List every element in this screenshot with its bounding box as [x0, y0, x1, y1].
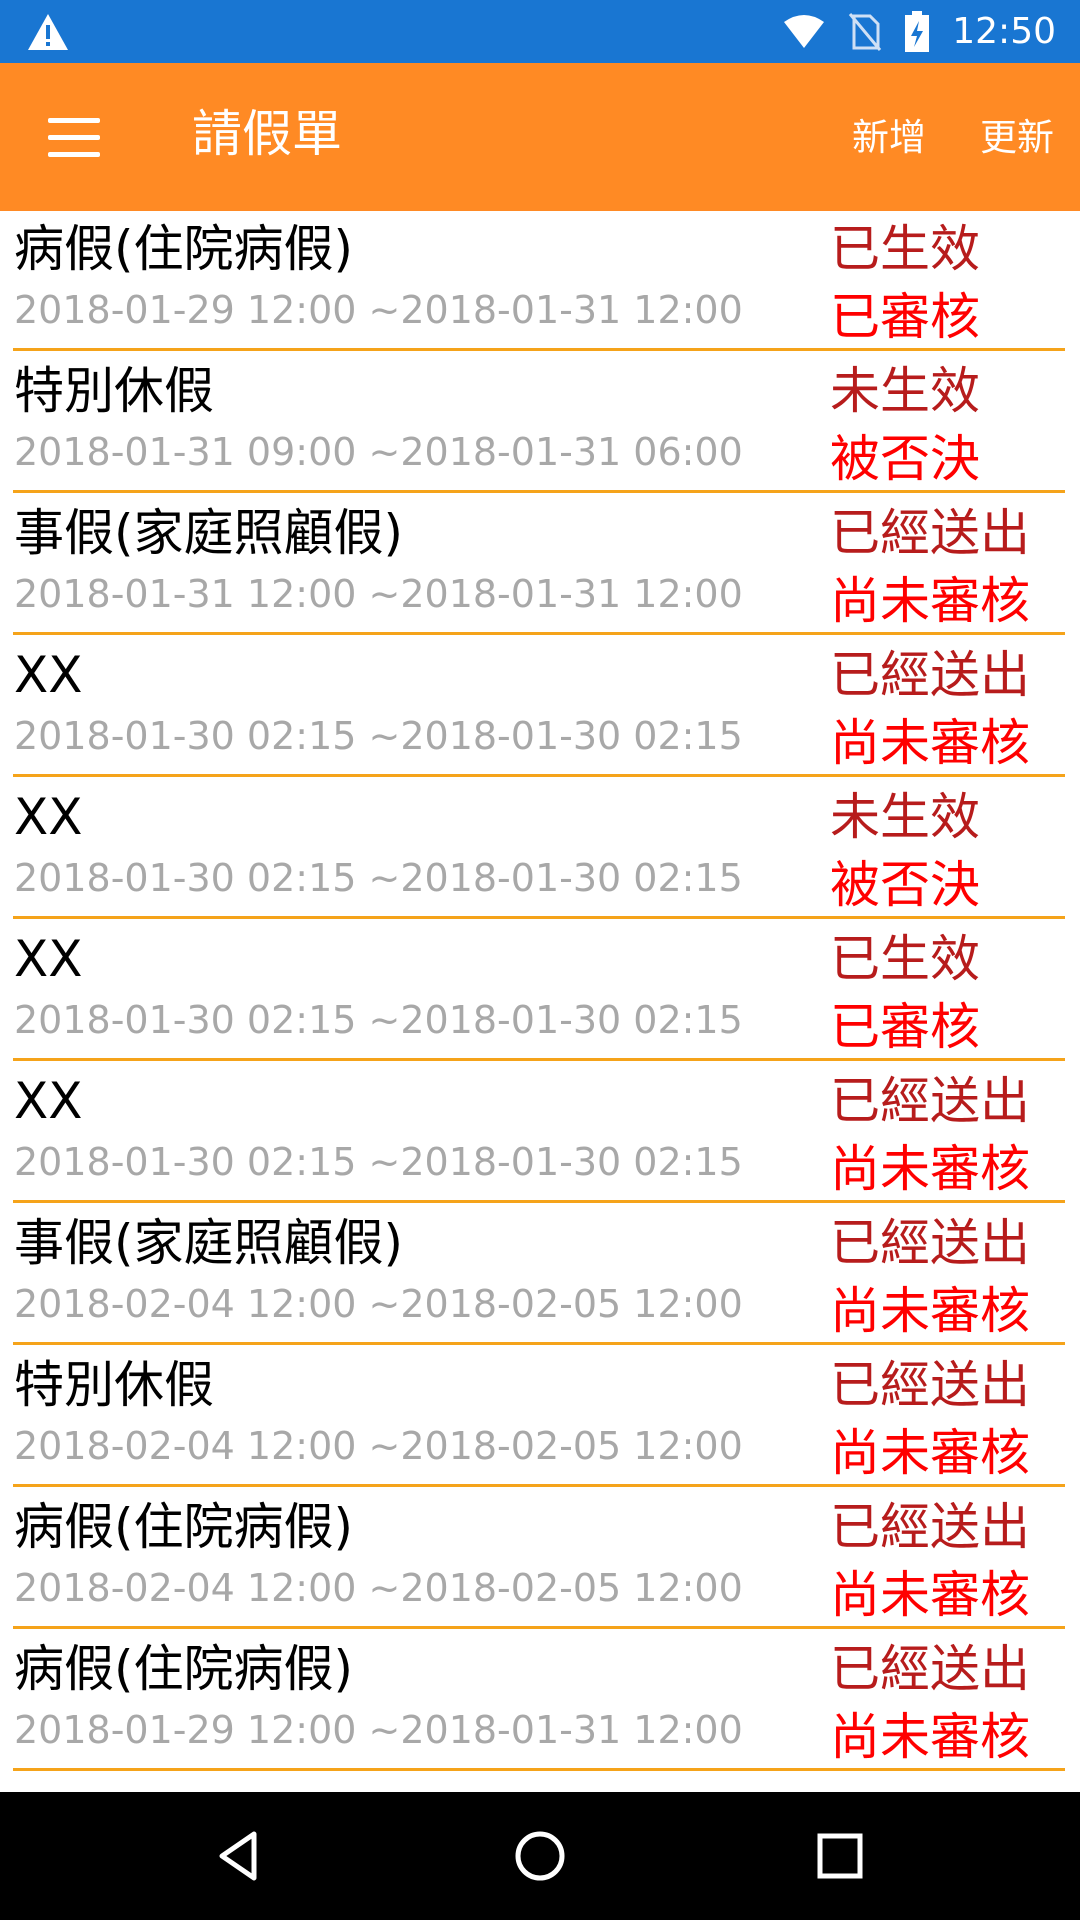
- hamburger-menu-icon[interactable]: [48, 118, 100, 158]
- effective-status: 已經送出: [830, 504, 1030, 562]
- effective-status: 已經送出: [830, 1072, 1030, 1130]
- leave-type: 事假(家庭照顧假): [14, 1214, 404, 1272]
- back-icon[interactable]: [210, 1826, 270, 1886]
- wifi-icon: [784, 14, 825, 48]
- leave-dates: 2018-01-29 12:00 ~2018-01-31 12:00: [14, 1708, 743, 1752]
- leave-dates: 2018-01-30 02:15 ~2018-01-30 02:15: [14, 714, 743, 758]
- review-status: 尚未審核: [830, 1566, 1030, 1624]
- status-icons: 12:50: [782, 0, 1056, 63]
- divider: [13, 1342, 1065, 1345]
- divider: [13, 1626, 1065, 1629]
- add-button[interactable]: 新增: [852, 113, 926, 163]
- review-status: 被否決: [830, 430, 980, 488]
- review-status: 尚未審核: [830, 1424, 1030, 1482]
- leave-type: 特別休假: [14, 1356, 214, 1414]
- leave-type: XX: [14, 1072, 83, 1130]
- review-status: 尚未審核: [830, 572, 1030, 630]
- effective-status: 未生效: [830, 362, 980, 420]
- list-item[interactable]: 事假(家庭照顧假) 2018-01-31 12:00 ~2018-01-31 1…: [0, 495, 1080, 637]
- leave-dates: 2018-01-30 02:15 ~2018-01-30 02:15: [14, 1140, 743, 1184]
- review-status: 已審核: [830, 288, 980, 346]
- effective-status: 已經送出: [830, 1356, 1030, 1414]
- leave-dates: 2018-02-04 12:00 ~2018-02-05 12:00: [14, 1282, 743, 1326]
- page-title: 請假單: [192, 105, 342, 163]
- list-item[interactable]: XX 2018-01-30 02:15 ~2018-01-30 02:15 未生…: [0, 779, 1080, 921]
- list-item[interactable]: XX 2018-01-30 02:15 ~2018-01-30 02:15 已經…: [0, 637, 1080, 779]
- leave-dates: 2018-01-31 12:00 ~2018-01-31 12:00: [14, 572, 743, 616]
- divider: [13, 348, 1065, 351]
- app-bar: 請假單 新增 更新: [0, 63, 1080, 211]
- clock: 12:50: [952, 11, 1056, 52]
- leave-type: 病假(住院病假): [14, 220, 354, 278]
- leave-list: 病假(住院病假) 2018-01-29 12:00 ~2018-01-31 12…: [0, 211, 1080, 1773]
- list-item[interactable]: 特別休假 2018-02-04 12:00 ~2018-02-05 12:00 …: [0, 1347, 1080, 1489]
- navigation-bar: [0, 1792, 1080, 1920]
- leave-dates: 2018-01-30 02:15 ~2018-01-30 02:15: [14, 998, 743, 1042]
- list-item[interactable]: 病假(住院病假) 2018-01-29 12:00 ~2018-01-31 12…: [0, 1631, 1080, 1773]
- leave-type: 事假(家庭照顧假): [14, 504, 404, 562]
- divider: [13, 916, 1065, 919]
- leave-dates: 2018-02-04 12:00 ~2018-02-05 12:00: [14, 1566, 743, 1610]
- review-status: 尚未審核: [830, 714, 1030, 772]
- effective-status: 已經送出: [830, 1498, 1030, 1556]
- leave-type: 病假(住院病假): [14, 1640, 354, 1698]
- list-item[interactable]: 特別休假 2018-01-31 09:00 ~2018-01-31 06:00 …: [0, 353, 1080, 495]
- effective-status: 已經送出: [830, 646, 1030, 704]
- effective-status: 已經送出: [830, 1214, 1030, 1272]
- effective-status: 未生效: [830, 788, 980, 846]
- refresh-button[interactable]: 更新: [980, 113, 1054, 163]
- review-status: 已審核: [830, 998, 980, 1056]
- no-sim-icon: [849, 12, 882, 51]
- divider: [13, 1058, 1065, 1061]
- review-status: 尚未審核: [830, 1708, 1030, 1766]
- review-status: 尚未審核: [830, 1282, 1030, 1340]
- divider: [13, 632, 1065, 635]
- battery-charging-icon: [905, 10, 930, 52]
- list-item[interactable]: XX 2018-01-30 02:15 ~2018-01-30 02:15 已經…: [0, 1063, 1080, 1205]
- home-icon[interactable]: [510, 1826, 570, 1886]
- recents-icon[interactable]: [810, 1826, 870, 1886]
- leave-type: XX: [14, 930, 83, 988]
- leave-type: 病假(住院病假): [14, 1498, 354, 1556]
- divider: [13, 774, 1065, 777]
- divider: [13, 1768, 1065, 1771]
- leave-type: XX: [14, 788, 83, 846]
- leave-type: 特別休假: [14, 362, 214, 420]
- list-item[interactable]: 病假(住院病假) 2018-02-04 12:00 ~2018-02-05 12…: [0, 1489, 1080, 1631]
- divider: [13, 1484, 1065, 1487]
- list-item[interactable]: 病假(住院病假) 2018-01-29 12:00 ~2018-01-31 12…: [0, 211, 1080, 353]
- leave-dates: 2018-01-29 12:00 ~2018-01-31 12:00: [14, 288, 743, 332]
- leave-dates: 2018-01-31 09:00 ~2018-01-31 06:00: [14, 430, 743, 474]
- list-item[interactable]: XX 2018-01-30 02:15 ~2018-01-30 02:15 已生…: [0, 921, 1080, 1063]
- effective-status: 已經送出: [830, 1640, 1030, 1698]
- review-status: 被否決: [830, 856, 980, 914]
- leave-dates: 2018-01-30 02:15 ~2018-01-30 02:15: [14, 856, 743, 900]
- leave-dates: 2018-02-04 12:00 ~2018-02-05 12:00: [14, 1424, 743, 1468]
- leave-type: XX: [14, 646, 83, 704]
- effective-status: 已生效: [830, 930, 980, 988]
- list-item[interactable]: 事假(家庭照顧假) 2018-02-04 12:00 ~2018-02-05 1…: [0, 1205, 1080, 1347]
- divider: [13, 490, 1065, 493]
- divider: [13, 1200, 1065, 1203]
- warning-icon: [28, 14, 68, 50]
- effective-status: 已生效: [830, 220, 980, 278]
- review-status: 尚未審核: [830, 1140, 1030, 1198]
- status-bar: 12:50: [0, 0, 1080, 63]
